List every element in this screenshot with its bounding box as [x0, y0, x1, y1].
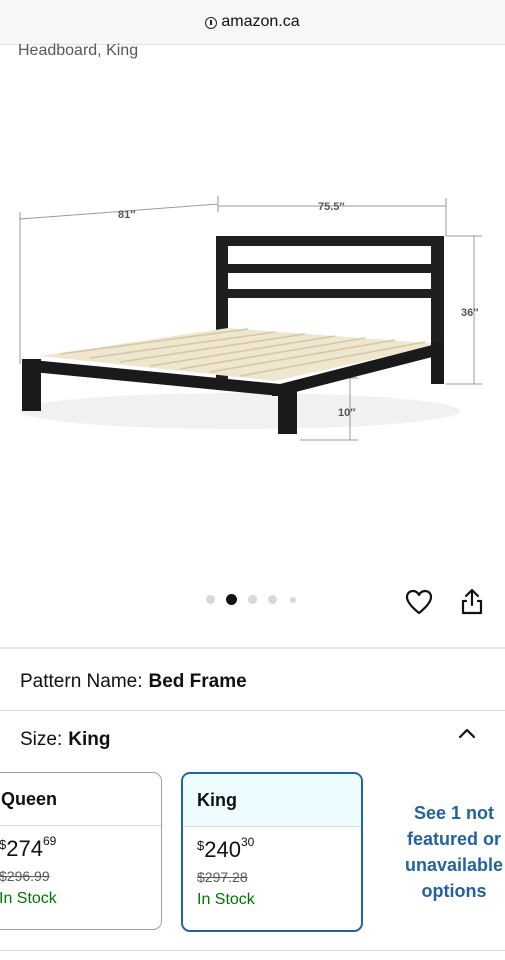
size-label: Size:: [20, 729, 63, 750]
size-value: King: [68, 729, 111, 750]
size-collapse-toggle[interactable]: [457, 726, 477, 740]
divider: [0, 710, 505, 711]
carousel-dot[interactable]: [248, 595, 257, 604]
carousel-dot[interactable]: [206, 595, 215, 604]
heart-icon: [405, 589, 433, 615]
bed-frame-illustration: 81″ 75.5″ 36″ 10″: [19, 196, 482, 441]
size-row[interactable]: Size: King: [20, 729, 110, 751]
option-list-price: $297.28: [197, 869, 248, 885]
option-name: Queen: [0, 773, 161, 826]
option-list-price: $296.99: [0, 868, 50, 884]
option-stock: In Stock: [0, 890, 57, 907]
dim-width-label: 75.5″: [318, 201, 345, 213]
dim-height-label: 36″: [461, 307, 479, 319]
carousel-dot[interactable]: [268, 595, 277, 604]
dim-clearance-label: 10″: [338, 407, 356, 419]
option-name: King: [183, 774, 361, 827]
share-button[interactable]: [457, 587, 487, 617]
pattern-value: Bed Frame: [148, 671, 247, 692]
info-icon: [205, 17, 218, 29]
divider: [0, 950, 505, 951]
size-option-queen[interactable]: Queen $27469 $296.99 In Stock: [0, 772, 162, 930]
carousel-dot[interactable]: [290, 597, 296, 603]
pattern-name-row: Pattern Name: Bed Frame: [20, 671, 247, 693]
url-text: amazon.ca: [221, 13, 300, 30]
dim-length-label: 81″: [118, 209, 136, 221]
chevron-up-icon: [458, 728, 476, 739]
product-image[interactable]: 81″ 75.5″ 36″ 10″: [0, 66, 505, 586]
share-icon: [461, 588, 483, 615]
pattern-label: Pattern Name:: [20, 671, 143, 692]
option-price: $24030: [197, 835, 255, 862]
carousel-dot-active[interactable]: [226, 594, 237, 605]
wishlist-button[interactable]: [404, 587, 434, 617]
url-bar[interactable]: amazon.ca: [0, 0, 505, 45]
option-price: $27469: [0, 834, 57, 861]
option-stock: In Stock: [197, 891, 255, 908]
see-more-options-link[interactable]: See 1 not featured or unavailable option…: [396, 800, 505, 904]
divider: [0, 647, 505, 649]
product-title-fragment: Headboard, King: [18, 42, 139, 59]
size-option-king[interactable]: King $24030 $297.28 In Stock: [181, 772, 363, 932]
